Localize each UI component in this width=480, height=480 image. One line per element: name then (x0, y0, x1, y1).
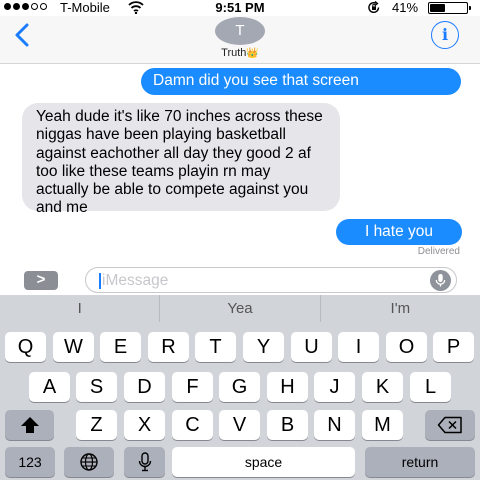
space-key[interactable]: space (172, 447, 355, 477)
shift-key[interactable] (5, 410, 54, 440)
message-placeholder: iMessage (102, 272, 169, 289)
microphone-icon (138, 452, 151, 472)
key-b[interactable]: B (267, 410, 308, 440)
delivery-status: Delivered (417, 246, 460, 257)
sent-message[interactable]: I hate you (336, 219, 462, 245)
key-e[interactable]: E (100, 332, 141, 362)
orientation-lock-icon (368, 1, 380, 13)
keyboard: I Yea I'm Q W E R T Y U I O P A S D F G … (0, 295, 480, 480)
key-s[interactable]: S (76, 372, 117, 402)
key-a[interactable]: A (29, 372, 70, 402)
conversation-header: T Truth👑 i (0, 16, 480, 64)
key-j[interactable]: J (314, 372, 355, 402)
key-l[interactable]: L (410, 372, 451, 402)
key-p[interactable]: P (433, 332, 474, 362)
suggestion[interactable]: I'm (319, 295, 480, 322)
shift-arrow-icon (20, 417, 39, 433)
key-o[interactable]: O (386, 332, 427, 362)
suggestion[interactable]: I (0, 295, 159, 322)
status-bar: T-Mobile 9:51 PM 41% (0, 0, 480, 16)
key-v[interactable]: V (219, 410, 260, 440)
battery-icon (428, 2, 471, 14)
key-z[interactable]: Z (76, 410, 117, 440)
contact-avatar[interactable]: T (215, 17, 265, 45)
text-cursor (99, 273, 101, 289)
globe-key[interactable] (64, 447, 114, 477)
apps-toggle-button[interactable]: > (24, 271, 58, 290)
key-n[interactable]: N (314, 410, 355, 440)
key-d[interactable]: D (124, 372, 165, 402)
key-u[interactable]: U (291, 332, 332, 362)
key-y[interactable]: Y (243, 332, 284, 362)
info-button[interactable]: i (431, 21, 459, 49)
composer-bar: > iMessage (0, 262, 480, 295)
key-q[interactable]: Q (5, 332, 46, 362)
dictation-mic-icon[interactable] (430, 270, 451, 291)
key-k[interactable]: K (362, 372, 403, 402)
key-g[interactable]: G (219, 372, 260, 402)
key-c[interactable]: C (172, 410, 213, 440)
key-m[interactable]: M (362, 410, 403, 440)
key-w[interactable]: W (53, 332, 94, 362)
suggestion[interactable]: Yea (159, 295, 319, 322)
globe-icon (80, 453, 98, 471)
message-input[interactable]: iMessage (85, 267, 457, 293)
battery-percentage: 41% (392, 0, 419, 15)
key-i[interactable]: I (338, 332, 379, 362)
received-message[interactable]: Yeah dude it's like 70 inches across the… (22, 103, 340, 216)
numbers-key[interactable]: 123 (5, 447, 55, 477)
dictation-key[interactable] (124, 447, 165, 477)
key-x[interactable]: X (124, 410, 165, 440)
sent-message[interactable]: Damn did you see that screen (141, 68, 461, 95)
key-f[interactable]: F (172, 372, 213, 402)
key-h[interactable]: H (267, 372, 308, 402)
contact-name[interactable]: Truth👑 (0, 47, 480, 59)
delete-key[interactable] (425, 410, 475, 440)
key-r[interactable]: R (148, 332, 189, 362)
battery-level-fill (430, 4, 445, 12)
back-chevron-icon[interactable] (12, 22, 34, 48)
predictive-text-bar: I Yea I'm (0, 295, 480, 322)
crown-emoji: 👑 (246, 48, 259, 59)
backspace-icon (437, 416, 462, 434)
battery-tip (469, 6, 471, 10)
key-t[interactable]: T (195, 332, 236, 362)
contact-name-text: Truth (221, 47, 247, 59)
return-key[interactable]: return (365, 447, 475, 477)
